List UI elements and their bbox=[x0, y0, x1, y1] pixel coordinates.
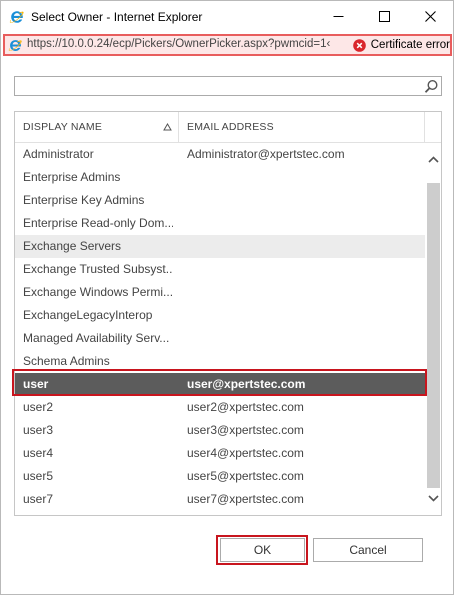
table-row[interactable]: user5 user5@xpertstec.com bbox=[15, 465, 425, 488]
cell-display-name: Enterprise Key Admins bbox=[23, 193, 145, 207]
list-header: DISPLAY NAME EMAIL ADDRESS bbox=[15, 112, 441, 143]
ok-button[interactable]: OK bbox=[220, 538, 305, 562]
cell-display-name: Exchange Trusted Subsyst... bbox=[23, 262, 173, 276]
table-row[interactable]: Enterprise Admins bbox=[15, 166, 425, 189]
chevron-down-icon bbox=[428, 494, 439, 502]
cell-display-name: Schema Admins bbox=[23, 354, 110, 368]
table-row[interactable]: Exchange Servers bbox=[15, 235, 425, 258]
cell-email: Administrator@xpertstec.com bbox=[187, 147, 345, 161]
address-url[interactable]: https://10.0.0.24/ecp/Pickers/OwnerPicke… bbox=[27, 38, 330, 50]
cell-email: user7@xpertstec.com bbox=[187, 492, 304, 506]
cell-display-name: Managed Availability Serv... bbox=[23, 331, 170, 345]
cell-display-name: user4 bbox=[23, 446, 54, 460]
cell-display-name: user2 bbox=[23, 400, 54, 414]
cell-email: user2@xpertstec.com bbox=[187, 400, 304, 414]
table-row[interactable]: Managed Availability Serv... bbox=[15, 327, 425, 350]
column-header-email-address[interactable]: EMAIL ADDRESS bbox=[179, 112, 425, 143]
address-bar[interactable]: https://10.0.0.24/ecp/Pickers/OwnerPicke… bbox=[3, 34, 452, 56]
ie-logo-icon bbox=[9, 11, 24, 23]
table-row[interactable]: user7 user7@xpertstec.com bbox=[15, 488, 425, 511]
certificate-error-indicator[interactable]: Certificate error bbox=[348, 36, 450, 54]
column-header-label: EMAIL ADDRESS bbox=[187, 121, 274, 133]
close-icon bbox=[424, 11, 436, 22]
list-scrollbar[interactable] bbox=[426, 143, 441, 515]
certificate-error-label: Certificate error bbox=[370, 39, 450, 51]
table-row[interactable]: ExchangeLegacyInterop bbox=[15, 304, 425, 327]
search-icon[interactable] bbox=[424, 79, 439, 94]
list-rows: Administrator Administrator@xpertstec.com… bbox=[15, 143, 425, 511]
scroll-thumb[interactable] bbox=[427, 183, 440, 488]
sort-ascending-icon bbox=[163, 123, 172, 131]
cell-display-name: Administrator bbox=[23, 147, 94, 161]
table-row[interactable]: Exchange Windows Permi... bbox=[15, 281, 425, 304]
cell-display-name: Enterprise Admins bbox=[23, 170, 121, 184]
cell-display-name: user5 bbox=[23, 469, 54, 483]
column-header-label: DISPLAY NAME bbox=[23, 121, 103, 133]
owner-list: DISPLAY NAME EMAIL ADDRESS Administrator… bbox=[14, 111, 442, 516]
cell-display-name: ExchangeLegacyInterop bbox=[23, 308, 153, 322]
table-row[interactable]: Administrator Administrator@xpertstec.com bbox=[15, 143, 425, 166]
cell-display-name: user bbox=[23, 377, 49, 391]
table-row[interactable]: user2 user2@xpertstec.com bbox=[15, 396, 425, 419]
table-row[interactable]: Exchange Trusted Subsyst... bbox=[15, 258, 425, 281]
cell-display-name: Enterprise Read-only Dom... bbox=[23, 216, 173, 230]
cell-display-name: Exchange Windows Permi... bbox=[23, 285, 173, 299]
ie-page-icon bbox=[8, 40, 22, 52]
table-row[interactable]: Enterprise Key Admins bbox=[15, 189, 425, 212]
cell-email: user5@xpertstec.com bbox=[187, 469, 304, 483]
maximize-button[interactable] bbox=[361, 1, 407, 32]
minimize-icon bbox=[333, 16, 343, 17]
maximize-icon bbox=[378, 11, 390, 22]
table-row-selected[interactable]: user user@xpertstec.com bbox=[15, 373, 425, 396]
table-row[interactable]: Enterprise Read-only Dom... bbox=[15, 212, 425, 235]
minimize-button[interactable] bbox=[315, 1, 361, 32]
table-row[interactable]: user4 user4@xpertstec.com bbox=[15, 442, 425, 465]
cell-display-name: user7 bbox=[23, 492, 54, 506]
title-bar[interactable]: Select Owner - Internet Explorer bbox=[1, 1, 453, 33]
owner-picker-window: Select Owner - Internet Explorer https:/… bbox=[0, 0, 454, 595]
scroll-up-button[interactable] bbox=[426, 143, 441, 176]
search-input[interactable] bbox=[14, 76, 442, 96]
table-row[interactable]: user3 user3@xpertstec.com bbox=[15, 419, 425, 442]
cell-display-name: user3 bbox=[23, 423, 54, 437]
cell-display-name: Exchange Servers bbox=[23, 239, 122, 253]
scroll-down-button[interactable] bbox=[426, 488, 441, 508]
close-button[interactable] bbox=[407, 1, 453, 32]
table-row[interactable]: Schema Admins bbox=[15, 350, 425, 373]
cell-email: user4@xpertstec.com bbox=[187, 446, 304, 460]
chevron-up-icon bbox=[428, 156, 439, 163]
column-header-display-name[interactable]: DISPLAY NAME bbox=[15, 112, 179, 143]
window-title: Select Owner - Internet Explorer bbox=[31, 10, 203, 24]
cancel-button[interactable]: Cancel bbox=[313, 538, 423, 562]
cell-email: user@xpertstec.com bbox=[187, 377, 306, 391]
error-icon bbox=[352, 38, 366, 52]
cell-email: user3@xpertstec.com bbox=[187, 423, 304, 437]
